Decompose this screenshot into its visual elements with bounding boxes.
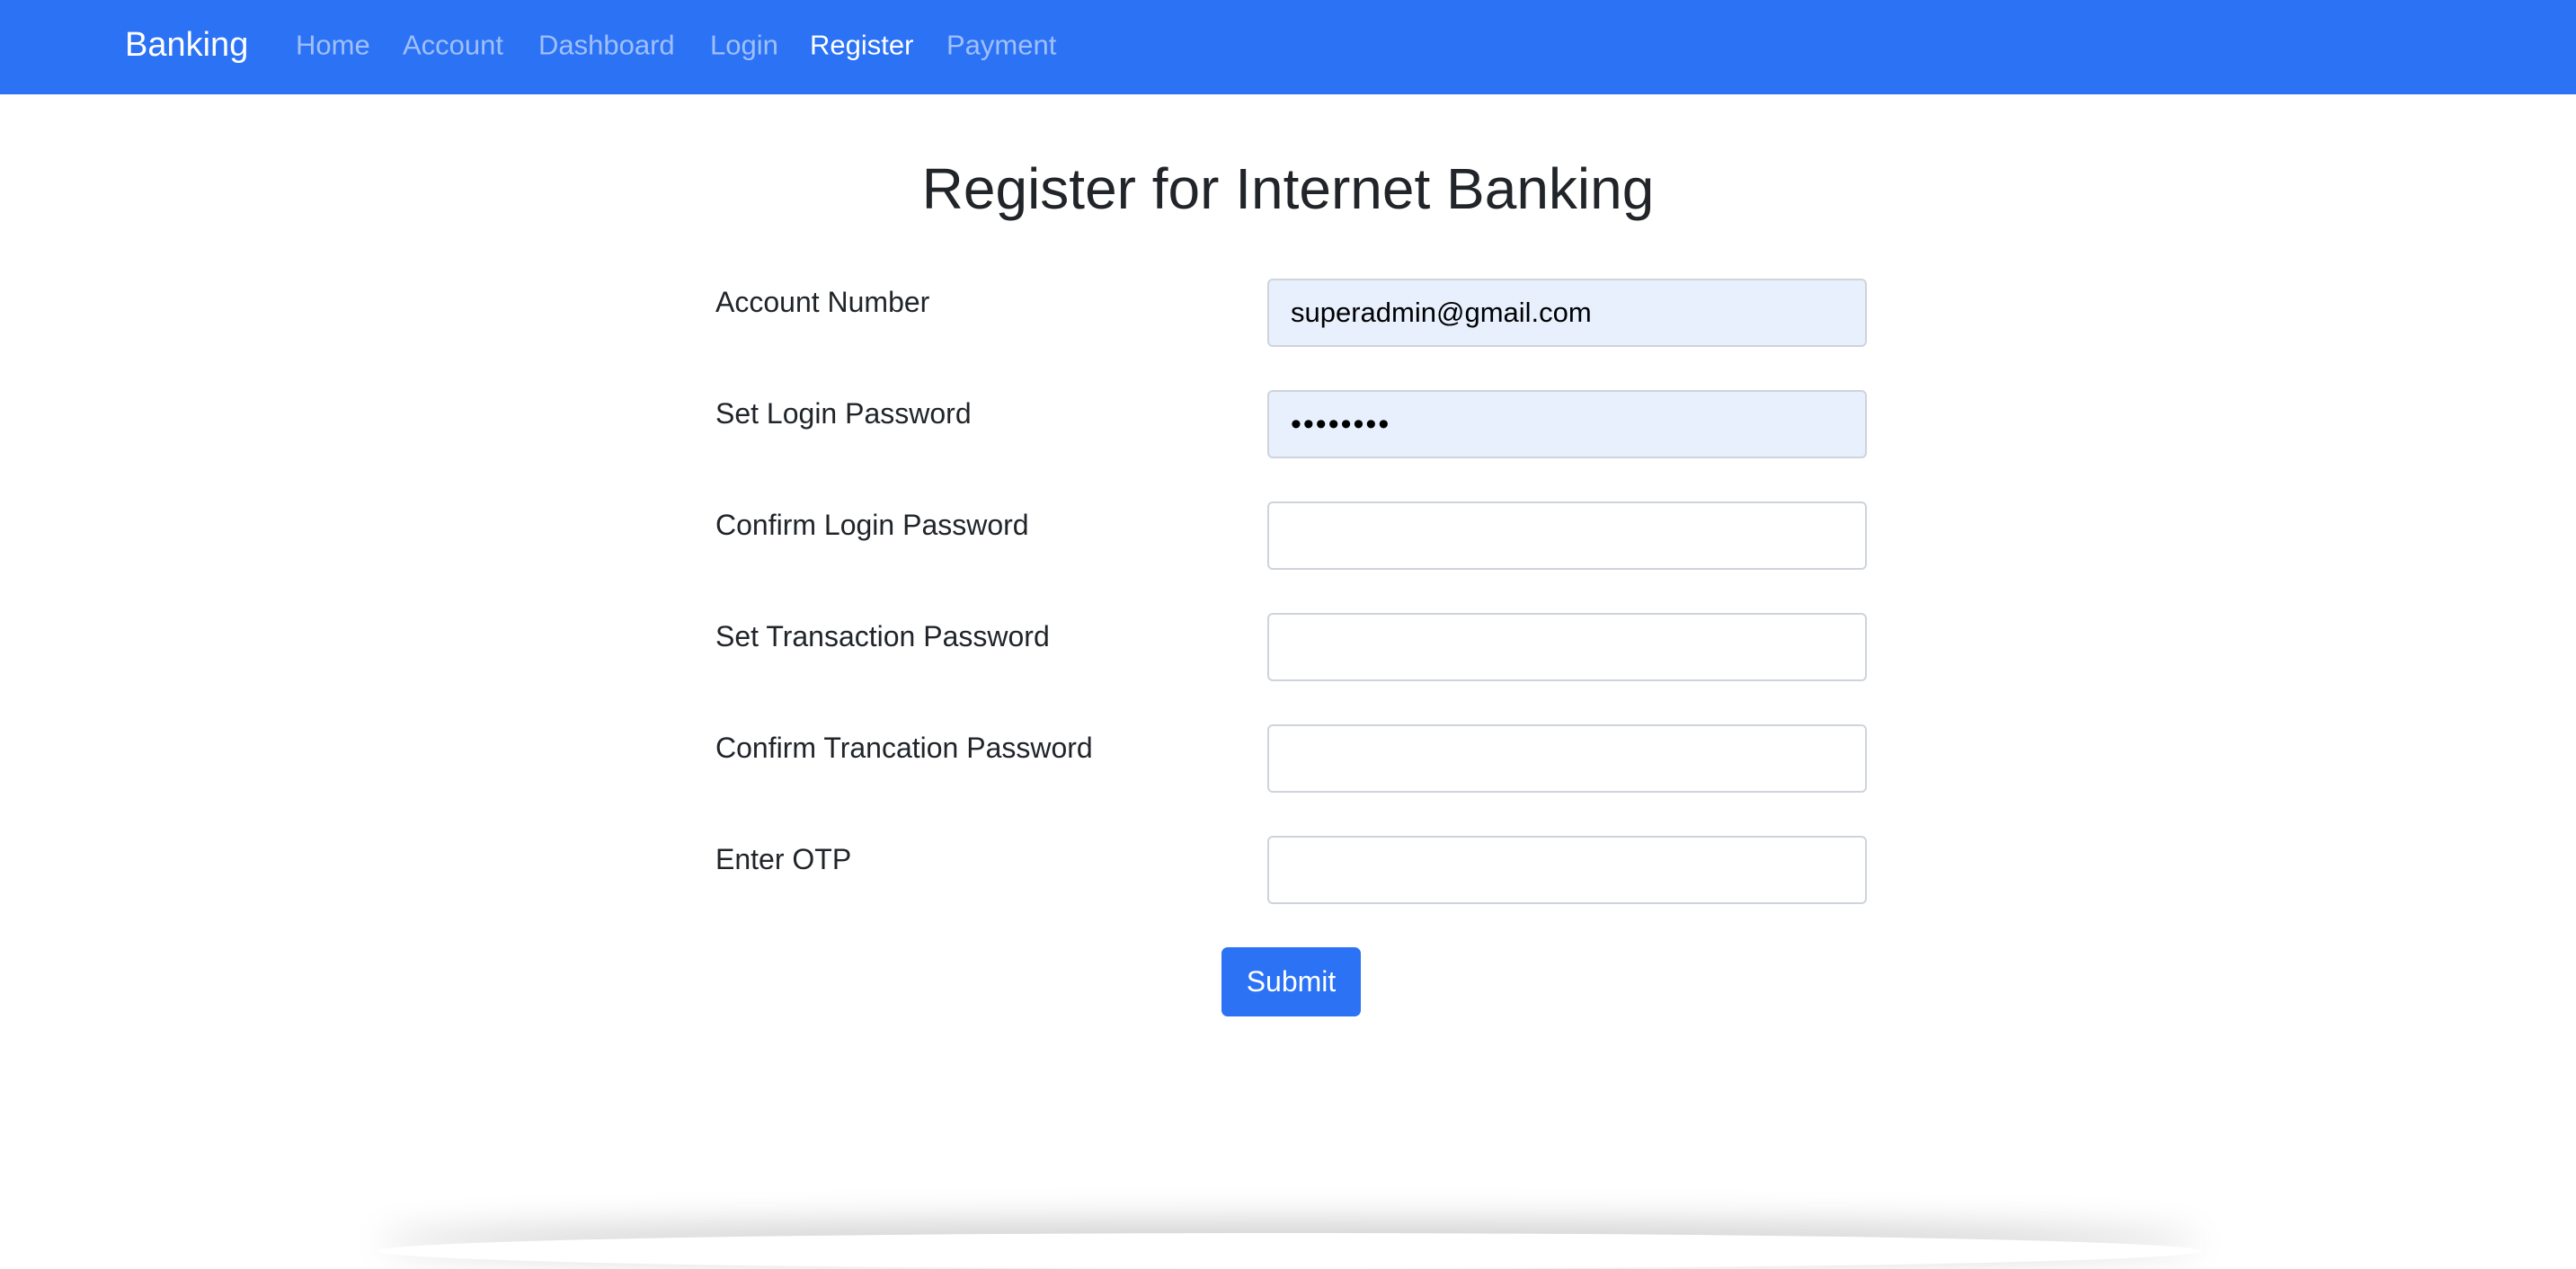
- navbar: Banking Home Account Dashboard Login Reg…: [0, 0, 2576, 94]
- nav-link-login[interactable]: Login: [710, 31, 778, 59]
- footer-shadow: [378, 1233, 2202, 1269]
- confirm-login-password-label: Confirm Login Password: [715, 509, 1029, 541]
- nav-link-payment[interactable]: Payment: [946, 31, 1056, 59]
- nav-link-dashboard[interactable]: Dashboard: [538, 31, 675, 59]
- confirm-transaction-password-label: Confirm Trancation Password: [715, 732, 1093, 764]
- nav-link-home[interactable]: Home: [296, 31, 370, 59]
- otp-input[interactable]: [1267, 836, 1867, 904]
- transaction-password-label: Set Transaction Password: [715, 620, 1050, 652]
- login-password-input[interactable]: [1267, 390, 1867, 458]
- account-number-label: Account Number: [715, 286, 930, 318]
- navbar-brand[interactable]: Banking: [125, 28, 248, 62]
- account-number-input[interactable]: [1267, 279, 1867, 347]
- page-title: Register for Internet Banking: [921, 156, 1655, 221]
- nav-link-account[interactable]: Account: [403, 31, 503, 59]
- confirm-login-password-input[interactable]: [1267, 501, 1867, 570]
- transaction-password-input[interactable]: [1267, 613, 1867, 681]
- nav-link-register[interactable]: Register: [810, 31, 913, 59]
- otp-label: Enter OTP: [715, 843, 852, 875]
- login-password-label: Set Login Password: [715, 397, 972, 430]
- submit-button[interactable]: Submit: [1221, 947, 1361, 1016]
- confirm-transaction-password-input[interactable]: [1267, 724, 1867, 793]
